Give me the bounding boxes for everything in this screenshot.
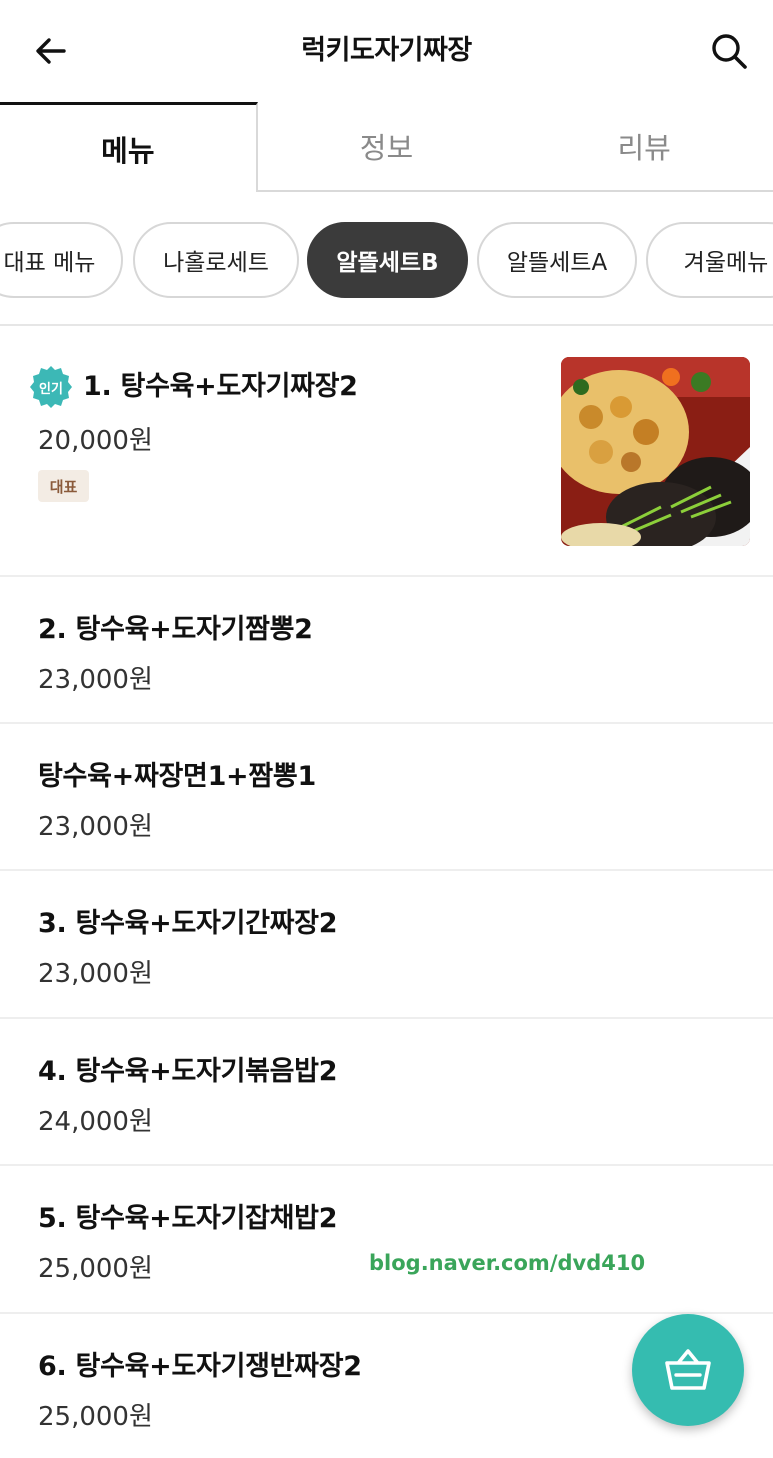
menu-item-name: 3. 탕수육+도자기간짜장2 [38, 908, 338, 939]
menu-item-name: 5. 탕수육+도자기잡채밥2 [38, 1203, 338, 1234]
basket-icon [665, 1349, 711, 1390]
search-icon [712, 34, 747, 69]
chip-solo-set[interactable]: 나홀로세트 [133, 222, 299, 298]
menu-item[interactable] [0, 871, 773, 1019]
menu-item[interactable] [0, 1166, 773, 1314]
menu-item-price: 25,000원 [38, 1254, 153, 1284]
menu-item[interactable] [0, 577, 773, 724]
signature-tag: 대표 [38, 470, 89, 502]
search-button[interactable] [703, 25, 755, 77]
menu-item-name: 1. 탕수육+도자기짜장2 [83, 371, 358, 402]
menu-item[interactable] [0, 1019, 773, 1166]
tab-bar: 메뉴 정보 리뷰 [0, 102, 773, 192]
category-chip-bar[interactable]: 대표 메뉴 나홀로세트 알뜰세트B 알뜰세트A 겨울메뉴 [0, 192, 773, 326]
chip-signature-menu[interactable]: 대표 메뉴 [0, 222, 123, 298]
app-header: 럭키도자기짜장 [0, 0, 773, 102]
menu-item-name: 4. 탕수육+도자기볶음밥2 [38, 1056, 338, 1087]
menu-item-name: 6. 탕수육+도자기쟁반짜장2 [38, 1351, 362, 1382]
tab-menu[interactable]: 메뉴 [0, 102, 258, 192]
chip-value-set-a[interactable]: 알뜰세트A [477, 222, 637, 298]
menu-item-name: 탕수육+짜장면1+짬뽕1 [38, 761, 316, 792]
tab-info[interactable]: 정보 [257, 102, 516, 192]
menu-item-image[interactable] [561, 357, 750, 546]
menu-item-price: 23,000원 [38, 665, 153, 695]
menu-item-price: 20,000원 [38, 426, 153, 456]
page-title: 럭키도자기짜장 [301, 35, 472, 66]
chip-winter-menu[interactable]: 겨울메뉴 [646, 222, 773, 298]
menu-item-price: 24,000원 [38, 1107, 153, 1137]
menu-item-price: 23,000원 [38, 959, 153, 989]
blog-watermark: blog.naver.com/dvd410 [369, 1251, 646, 1275]
cart-button[interactable] [632, 1314, 744, 1426]
menu-item-price: 25,000원 [38, 1402, 153, 1432]
menu-item-name: 2. 탕수육+도자기짬뽕2 [38, 614, 313, 645]
popular-badge-label: 인기 [39, 381, 63, 397]
menu-item[interactable] [0, 724, 773, 871]
menu-item-price: 23,000원 [38, 812, 153, 842]
chip-value-set-b[interactable]: 알뜰세트B [307, 222, 468, 298]
tab-reviews[interactable]: 리뷰 [515, 102, 773, 192]
